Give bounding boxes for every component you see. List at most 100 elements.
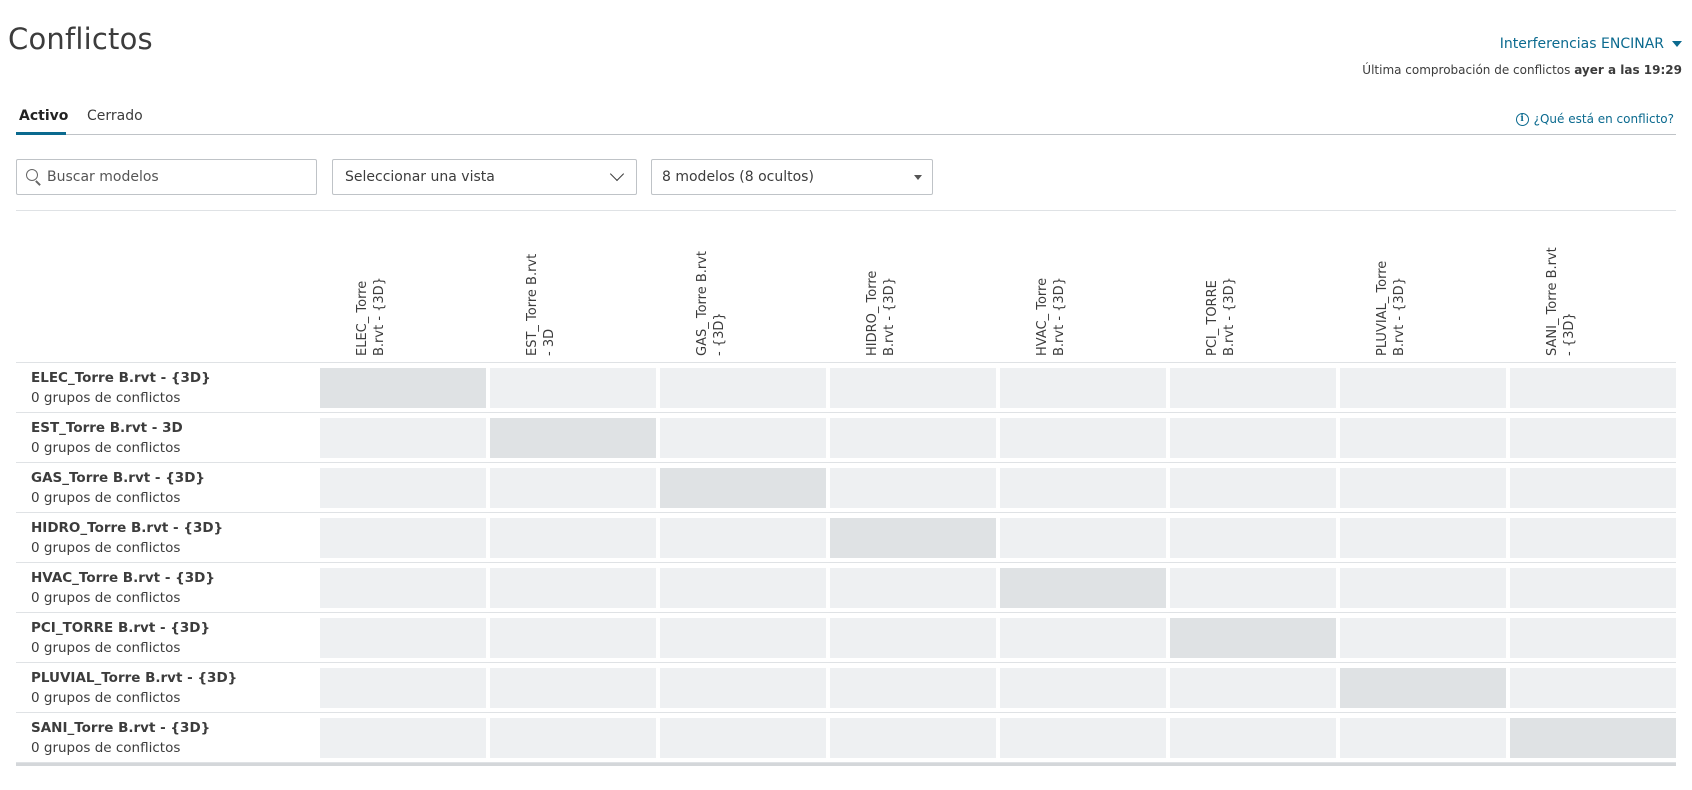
matrix-cell[interactable]	[830, 368, 996, 408]
column-header-label: SANI_ Torre B.rvt - {3D}	[1545, 247, 1577, 356]
matrix-cell[interactable]	[1000, 518, 1166, 558]
matrix-cell-self[interactable]	[490, 418, 656, 458]
column-header: EST_ Torre B.rvt - 3D	[490, 216, 656, 356]
matrix-cell[interactable]	[1340, 718, 1506, 758]
row-label: HVAC_Torre B.rvt - {3D} 0 grupos de conf…	[31, 569, 215, 608]
row-label: ELEC_Torre B.rvt - {3D} 0 grupos de conf…	[31, 369, 211, 408]
matrix-cell[interactable]	[830, 468, 996, 508]
matrix-cell[interactable]	[1170, 418, 1336, 458]
row-conflict-count: 0 grupos de conflictos	[31, 540, 181, 556]
matrix-bottom-border	[16, 763, 1676, 766]
row-model-name: EST_Torre B.rvt - 3D	[31, 420, 183, 436]
matrix-cell[interactable]	[320, 468, 486, 508]
matrix-cell[interactable]	[1340, 568, 1506, 608]
matrix-cell[interactable]	[490, 468, 656, 508]
what-is-in-conflict-link[interactable]: i ¿Qué está en conflicto?	[1515, 112, 1674, 126]
matrix-cell[interactable]	[660, 568, 826, 608]
matrix-cell[interactable]	[1000, 618, 1166, 658]
tab-cerrado[interactable]: Cerrado	[87, 108, 143, 124]
row-conflict-count: 0 grupos de conflictos	[31, 440, 181, 456]
matrix-cell[interactable]	[660, 668, 826, 708]
matrix-cell[interactable]	[320, 618, 486, 658]
matrix-cell[interactable]	[1170, 668, 1336, 708]
row-label: EST_Torre B.rvt - 3D 0 grupos de conflic…	[31, 419, 183, 458]
matrix-cell[interactable]	[490, 368, 656, 408]
row-label: HIDRO_Torre B.rvt - {3D} 0 grupos de con…	[31, 519, 223, 558]
matrix-cell-self[interactable]	[1340, 668, 1506, 708]
column-header-label: PCI_ TORRE B.rvt - {3D}	[1205, 277, 1237, 356]
matrix-cell[interactable]	[1170, 568, 1336, 608]
help-link-label: ¿Qué está en conflicto?	[1533, 112, 1674, 126]
matrix-cell[interactable]	[1170, 518, 1336, 558]
matrix-cell[interactable]	[320, 718, 486, 758]
matrix-cell[interactable]	[1510, 368, 1676, 408]
matrix-cell[interactable]	[1000, 668, 1166, 708]
matrix-cell[interactable]	[490, 668, 656, 708]
row-label: SANI_Torre B.rvt - {3D} 0 grupos de conf…	[31, 719, 210, 758]
matrix-cell[interactable]	[1510, 568, 1676, 608]
matrix-cell[interactable]	[320, 568, 486, 608]
matrix-cell[interactable]	[1340, 518, 1506, 558]
view-select-value: Seleccionar una vista	[345, 169, 495, 185]
matrix-cell[interactable]	[830, 418, 996, 458]
search-input[interactable]	[47, 169, 307, 185]
matrix-cell[interactable]	[830, 618, 996, 658]
matrix-cell[interactable]	[1000, 418, 1166, 458]
row-label: PCI_TORRE B.rvt - {3D} 0 grupos de confl…	[31, 619, 210, 658]
matrix-cell[interactable]	[1170, 468, 1336, 508]
matrix-cell-self[interactable]	[1510, 718, 1676, 758]
row-conflict-count: 0 grupos de conflictos	[31, 740, 181, 756]
matrix-cell[interactable]	[1510, 468, 1676, 508]
matrix-cell[interactable]	[1340, 618, 1506, 658]
matrix-cell[interactable]	[660, 418, 826, 458]
column-header-label: ELEC_ Torre B.rvt - {3D}	[355, 277, 387, 356]
matrix-cell[interactable]	[1510, 668, 1676, 708]
matrix-cell-self[interactable]	[1170, 618, 1336, 658]
matrix-cell-self[interactable]	[660, 468, 826, 508]
matrix-cell[interactable]	[830, 668, 996, 708]
column-header-label: PLUVIAL_ Torre B.rvt - {3D}	[1375, 260, 1407, 356]
tab-activo[interactable]: Activo	[19, 108, 68, 124]
row-model-name: PLUVIAL_Torre B.rvt - {3D}	[31, 670, 238, 686]
matrix-cell[interactable]	[660, 718, 826, 758]
matrix-cell[interactable]	[1170, 718, 1336, 758]
row-conflict-count: 0 grupos de conflictos	[31, 640, 181, 656]
matrix-cell[interactable]	[1000, 468, 1166, 508]
matrix-row: HIDRO_Torre B.rvt - {3D} 0 grupos de con…	[16, 513, 1676, 563]
column-header: PLUVIAL_ Torre B.rvt - {3D}	[1340, 216, 1506, 356]
matrix-cell[interactable]	[660, 368, 826, 408]
row-model-name: PCI_TORRE B.rvt - {3D}	[31, 620, 211, 636]
matrix-cell[interactable]	[1170, 368, 1336, 408]
matrix-cell[interactable]	[320, 668, 486, 708]
caret-down-icon	[1672, 41, 1682, 47]
matrix-cell[interactable]	[490, 568, 656, 608]
matrix-cell[interactable]	[1000, 718, 1166, 758]
models-select[interactable]: 8 modelos (8 ocultos)	[651, 159, 933, 195]
matrix-cell-self[interactable]	[1000, 568, 1166, 608]
clash-test-label: Interferencias ENCINAR	[1499, 36, 1664, 52]
matrix-cell[interactable]	[1510, 418, 1676, 458]
last-check-value: ayer a las 19:29	[1574, 63, 1682, 77]
matrix-cell[interactable]	[1510, 618, 1676, 658]
matrix-cell[interactable]	[830, 568, 996, 608]
matrix-cell[interactable]	[1340, 368, 1506, 408]
matrix-cell[interactable]	[660, 518, 826, 558]
matrix-cell[interactable]	[1340, 468, 1506, 508]
search-models-box[interactable]	[16, 159, 317, 195]
matrix-cell[interactable]	[490, 718, 656, 758]
matrix-cell[interactable]	[490, 518, 656, 558]
matrix-cell[interactable]	[830, 718, 996, 758]
matrix-cell[interactable]	[490, 618, 656, 658]
matrix-cell[interactable]	[1340, 418, 1506, 458]
matrix-cell[interactable]	[1000, 368, 1166, 408]
row-conflict-count: 0 grupos de conflictos	[31, 490, 181, 506]
matrix-cell-self[interactable]	[320, 368, 486, 408]
column-header: ELEC_ Torre B.rvt - {3D}	[320, 216, 486, 356]
matrix-cell-self[interactable]	[830, 518, 996, 558]
matrix-cell[interactable]	[320, 518, 486, 558]
clash-test-selector[interactable]: Interferencias ENCINAR	[1500, 36, 1682, 52]
view-select[interactable]: Seleccionar una vista	[332, 159, 637, 195]
matrix-cell[interactable]	[320, 418, 486, 458]
matrix-cell[interactable]	[660, 618, 826, 658]
matrix-cell[interactable]	[1510, 518, 1676, 558]
